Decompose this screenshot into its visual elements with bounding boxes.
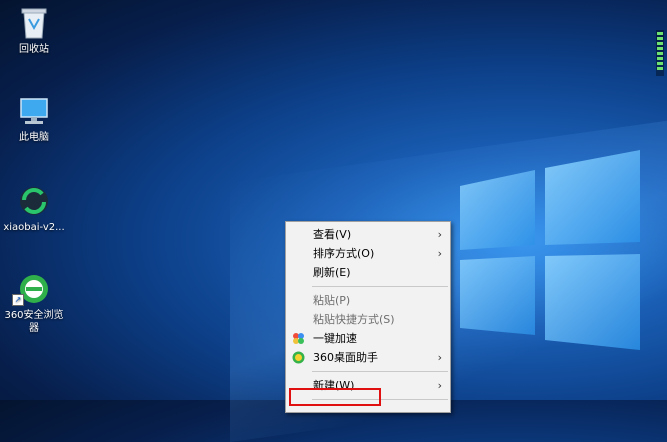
menu-item-label: 360桌面助手 bbox=[313, 351, 378, 364]
desktop-icon-label: xiaobai-v2... bbox=[3, 222, 65, 233]
menu-item-label: 排序方式(O) bbox=[313, 247, 375, 260]
chevron-right-icon: › bbox=[437, 247, 442, 260]
desktop-gadget-indicator bbox=[656, 30, 664, 76]
menu-item-refresh[interactable]: 刷新(E) bbox=[286, 263, 450, 282]
360-desktop-assistant-icon bbox=[292, 351, 305, 364]
desktop-icon-360-browser[interactable]: ↗ 360安全浏览器 bbox=[0, 272, 68, 335]
chevron-right-icon: › bbox=[437, 228, 442, 241]
shortcut-arrow-icon: ↗ bbox=[12, 294, 24, 306]
highlight-annotation-box bbox=[289, 388, 381, 406]
desktop-icon-xiaobai[interactable]: xiaobai-v2... bbox=[0, 184, 68, 234]
menu-item-view[interactable]: 查看(V) › bbox=[286, 225, 450, 244]
360-boost-icon bbox=[293, 333, 304, 344]
desktop-icon-label: 360安全浏览器 bbox=[4, 310, 64, 334]
computer-icon bbox=[20, 98, 48, 124]
xiaobai-app-icon bbox=[20, 187, 48, 215]
windows-logo-wallpaper bbox=[460, 150, 640, 350]
menu-item-paste: 粘贴(P) bbox=[286, 291, 450, 310]
desktop-icon-label: 回收站 bbox=[19, 44, 49, 55]
menu-separator bbox=[312, 371, 448, 372]
menu-item-paste-shortcut: 粘贴快捷方式(S) bbox=[286, 310, 450, 329]
chevron-right-icon: › bbox=[437, 379, 442, 392]
menu-item-sort-by[interactable]: 排序方式(O) › bbox=[286, 244, 450, 263]
desktop-icon-recycle-bin[interactable]: 回收站 bbox=[0, 6, 68, 56]
desktop-icon-label: 此电脑 bbox=[19, 132, 49, 143]
desktop-context-menu: 查看(V) › 排序方式(O) › 刷新(E) 粘贴(P) 粘贴快捷方式(S) … bbox=[285, 221, 451, 413]
menu-separator bbox=[312, 286, 448, 287]
recycle-bin-icon bbox=[21, 8, 47, 39]
menu-item-label: 粘贴快捷方式(S) bbox=[313, 313, 395, 326]
desktop-icon-this-pc[interactable]: 此电脑 bbox=[0, 96, 68, 144]
menu-item-label: 一键加速 bbox=[313, 332, 357, 345]
menu-item-label: 查看(V) bbox=[313, 228, 352, 241]
chevron-right-icon: › bbox=[437, 351, 442, 364]
menu-item-label: 粘贴(P) bbox=[313, 294, 351, 307]
menu-item-label: 刷新(E) bbox=[313, 266, 351, 279]
menu-item-one-click-boost[interactable]: 一键加速 bbox=[286, 329, 450, 348]
menu-item-360-desktop-assistant[interactable]: 360桌面助手 › bbox=[286, 348, 450, 367]
